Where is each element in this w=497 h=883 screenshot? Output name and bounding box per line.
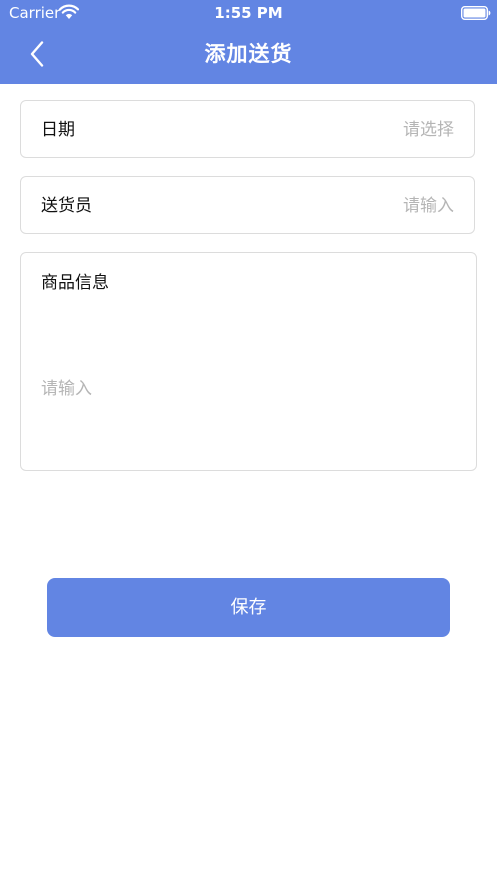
status-bar: Carrier 1:55 PM bbox=[0, 0, 497, 26]
battery-icon bbox=[460, 5, 491, 21]
date-picker-placeholder[interactable]: 请选择 bbox=[403, 119, 454, 141]
save-button[interactable]: 保存 bbox=[47, 578, 450, 637]
goods-info-textarea[interactable]: 请输入 bbox=[41, 378, 92, 400]
courier-label: 送货员 bbox=[41, 196, 92, 216]
page-title: 添加送货 bbox=[204, 42, 293, 66]
date-label: 日期 bbox=[41, 120, 75, 140]
goods-info-label: 商品信息 bbox=[41, 273, 109, 293]
nav-header: Carrier 1:55 PM 添加送货 bbox=[0, 0, 497, 84]
courier-input[interactable]: 请输入 bbox=[403, 195, 454, 217]
status-time: 1:55 PM bbox=[214, 4, 283, 22]
goods-info-field[interactable]: 商品信息 请输入 bbox=[20, 252, 477, 471]
courier-field[interactable]: 送货员 请输入 bbox=[20, 176, 475, 234]
date-field[interactable]: 日期 请选择 bbox=[20, 100, 475, 158]
